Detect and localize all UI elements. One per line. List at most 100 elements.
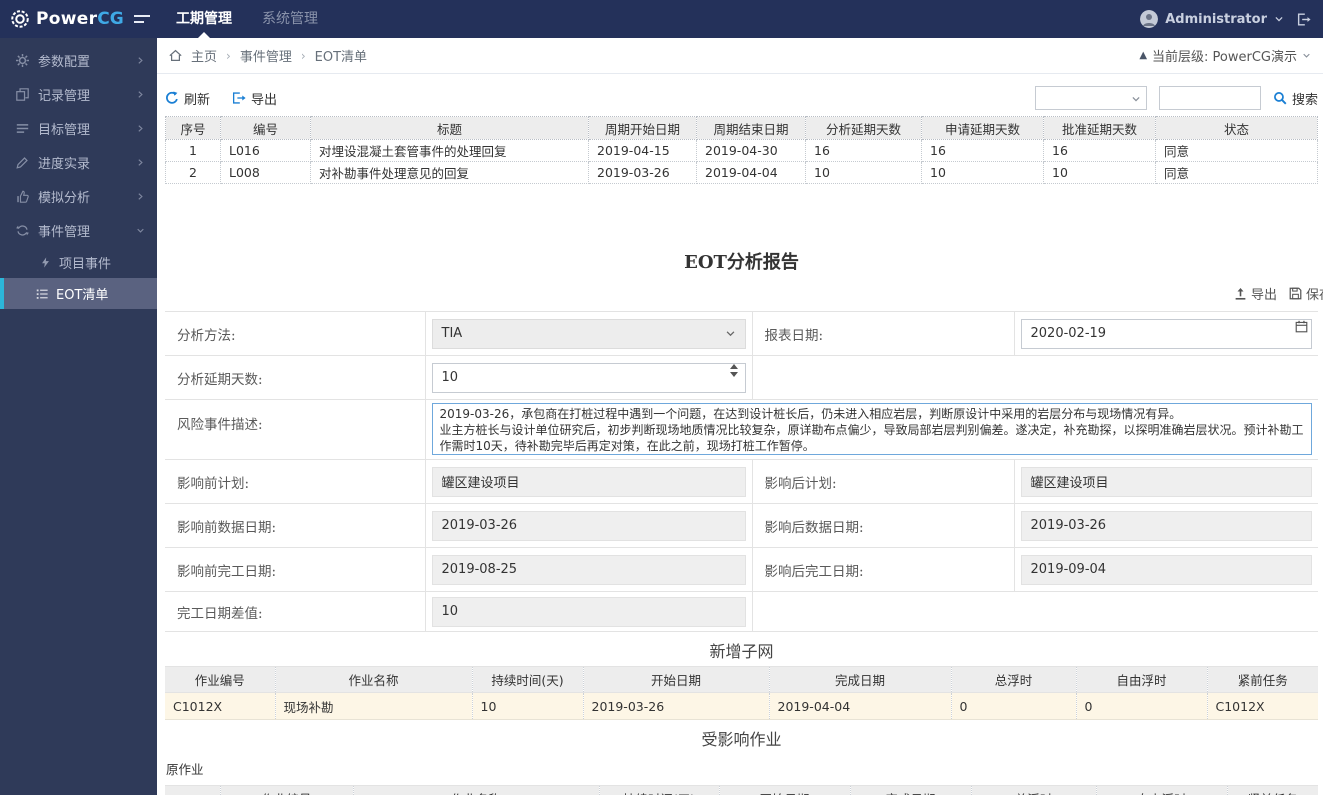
sidebar-toggle-icon[interactable] <box>134 15 150 23</box>
chevron-down-icon <box>137 228 144 233</box>
post-finish-date-input[interactable] <box>1020 554 1312 585</box>
search-button[interactable]: 搜索 <box>1273 89 1318 108</box>
sidebar-item-target-management[interactable]: 目标管理 <box>0 111 157 145</box>
chevron-down-icon <box>1132 96 1140 102</box>
home-icon <box>169 49 182 61</box>
table-cell: 10 <box>1043 161 1156 184</box>
column-header[interactable]: 开始日期 <box>718 785 850 795</box>
table-row[interactable]: 2 L008 对补勘事件处理意见的回复 2019-03-26 2019-04-04 10 1… <box>165 161 1318 184</box>
column-header[interactable]: 紧前任务 <box>1206 666 1318 693</box>
menu-schedule-management[interactable]: 工期管理 <box>176 0 232 38</box>
brand-gear-icon <box>11 10 29 28</box>
filter-select[interactable] <box>1034 86 1147 110</box>
column-header[interactable]: 作业名称 <box>274 666 472 693</box>
column-header[interactable]: 紧前任务 <box>1226 785 1318 795</box>
column-header[interactable]: 序号 <box>165 116 221 140</box>
export-button[interactable]: 导出 <box>232 89 277 108</box>
column-header[interactable] <box>165 785 220 795</box>
menu-system-management[interactable]: 系统管理 <box>262 0 318 38</box>
column-header[interactable]: 编号 <box>220 116 311 140</box>
column-header[interactable]: 完成日期 <box>768 666 951 693</box>
sidebar-item-label: 记录管理 <box>38 88 91 104</box>
table-cell: 2019-04-15 <box>588 139 697 162</box>
column-header[interactable]: 批准延期天数 <box>1043 116 1156 140</box>
column-header[interactable]: 作业名称 <box>352 785 599 795</box>
column-header[interactable]: 持续时间(天) <box>598 785 719 795</box>
current-level-label: 当前层级: PowerCG演示 <box>1152 50 1297 65</box>
user-area[interactable]: Administrator <box>1140 10 1323 28</box>
column-header[interactable]: 周期结束日期 <box>696 116 806 140</box>
logout-icon[interactable] <box>1296 12 1311 27</box>
current-level-selector[interactable]: ▲ 当前层级: PowerCG演示 <box>1139 46 1311 65</box>
column-header[interactable]: 分析延期天数 <box>805 116 922 140</box>
copy-icon <box>16 87 29 101</box>
analysis-delay-days-input[interactable] <box>431 362 746 393</box>
sidebar-item-label: 模拟分析 <box>38 190 91 206</box>
post-data-date-input[interactable] <box>1020 510 1312 541</box>
table-row[interactable]: 1 L016 对埋设混凝土套管事件的处理回复 2019-04-15 2019-04-30… <box>165 139 1318 162</box>
column-header[interactable]: 自由浮时 <box>1095 785 1227 795</box>
sidebar-subitem-project-events[interactable]: 项目事件 <box>0 247 157 278</box>
pre-data-date-label: 影响前数据日期: <box>165 503 426 548</box>
report-title: EOT分析报告 <box>684 252 799 273</box>
sidebar-item-progress-record[interactable]: 进度实录 <box>0 145 157 179</box>
report-date-input[interactable] <box>1020 318 1312 349</box>
calendar-icon[interactable] <box>1295 320 1308 333</box>
column-header[interactable]: 标题 <box>310 116 589 140</box>
pre-data-date-input[interactable] <box>431 510 746 541</box>
breadcrumb-event-management[interactable]: 事件管理 <box>240 46 292 65</box>
refresh-icon <box>166 91 178 104</box>
breadcrumb-home[interactable]: 主页 <box>191 46 217 65</box>
triangle-up-icon: ▲ <box>1139 50 1148 61</box>
table-cell: 2019-04-04 <box>768 692 951 720</box>
sidebar-subitem-eot-list[interactable]: EOT清单 <box>0 278 157 309</box>
table-cell: 1 <box>165 139 221 162</box>
column-header[interactable]: 自由浮时 <box>1075 666 1207 693</box>
brand-cg-text: CG <box>97 9 124 29</box>
column-header[interactable]: 开始日期 <box>582 666 769 693</box>
column-header[interactable]: 完成日期 <box>849 785 971 795</box>
column-header[interactable]: 作业编号 <box>165 666 275 693</box>
sidebar-item-parameter-config[interactable]: 参数配置 <box>0 43 157 77</box>
sidebar-item-event-management[interactable]: 事件管理 <box>0 213 157 247</box>
table-cell: 10 <box>471 692 583 720</box>
report-save-label: 保存 <box>1305 288 1323 303</box>
pre-plan-input[interactable] <box>431 466 746 497</box>
list-toolbar: 刷新 导出 搜索 <box>165 84 1318 112</box>
sync-icon <box>16 224 29 236</box>
lightning-icon <box>42 257 49 268</box>
column-header[interactable]: 总浮时 <box>950 666 1076 693</box>
column-header[interactable]: 申请延期天数 <box>921 116 1044 140</box>
post-plan-label: 影响后计划: <box>751 459 1015 504</box>
report-export-button[interactable]: 导出 <box>1234 284 1277 303</box>
risk-description-textarea[interactable]: 2019-03-26，承包商在打桩过程中遇到一个问题，在达到设计桩长后，仍未进入… <box>431 403 1312 455</box>
sidebar-item-record-management[interactable]: 记录管理 <box>0 77 157 111</box>
chevron-right-icon <box>138 124 143 132</box>
pencil-icon <box>16 156 28 169</box>
breadcrumb-separator: › <box>226 48 231 63</box>
export-label: 导出 <box>251 92 278 108</box>
brand-logo[interactable]: PowerCG <box>0 9 126 29</box>
report-save-button[interactable]: 保存 <box>1289 284 1323 303</box>
affected-section-title: 受影响作业 <box>701 730 782 749</box>
post-plan-input[interactable] <box>1020 466 1312 497</box>
table-row[interactable]: C1012X 现场补勘 10 2019-03-26 2019-04-04 0 0 C1012X <box>165 692 1318 720</box>
column-header[interactable]: 状态 <box>1155 116 1318 140</box>
refresh-button[interactable]: 刷新 <box>165 89 210 108</box>
number-spinner[interactable] <box>729 364 738 377</box>
column-header[interactable]: 作业编号 <box>219 785 353 795</box>
chevron-right-icon <box>138 56 143 64</box>
sidebar-item-simulation-analysis[interactable]: 模拟分析 <box>0 179 157 213</box>
table-cell: 对埋设混凝土套管事件的处理回复 <box>310 139 589 162</box>
finish-date-diff-input[interactable] <box>431 596 746 627</box>
pre-finish-date-input[interactable] <box>431 554 746 585</box>
search-label: 搜索 <box>1291 92 1318 108</box>
column-header[interactable]: 周期开始日期 <box>588 116 697 140</box>
column-header[interactable]: 总浮时 <box>970 785 1096 795</box>
main-area: 主页 › 事件管理 › EOT清单 ▲ 当前层级: PowerCG演示 刷新 导… <box>157 38 1323 795</box>
search-input[interactable] <box>1158 86 1261 110</box>
analysis-method-select[interactable]: TIA <box>431 318 746 349</box>
table-cell: 2 <box>165 161 221 184</box>
save-icon <box>1289 287 1302 300</box>
column-header[interactable]: 持续时间(天) <box>471 666 583 693</box>
